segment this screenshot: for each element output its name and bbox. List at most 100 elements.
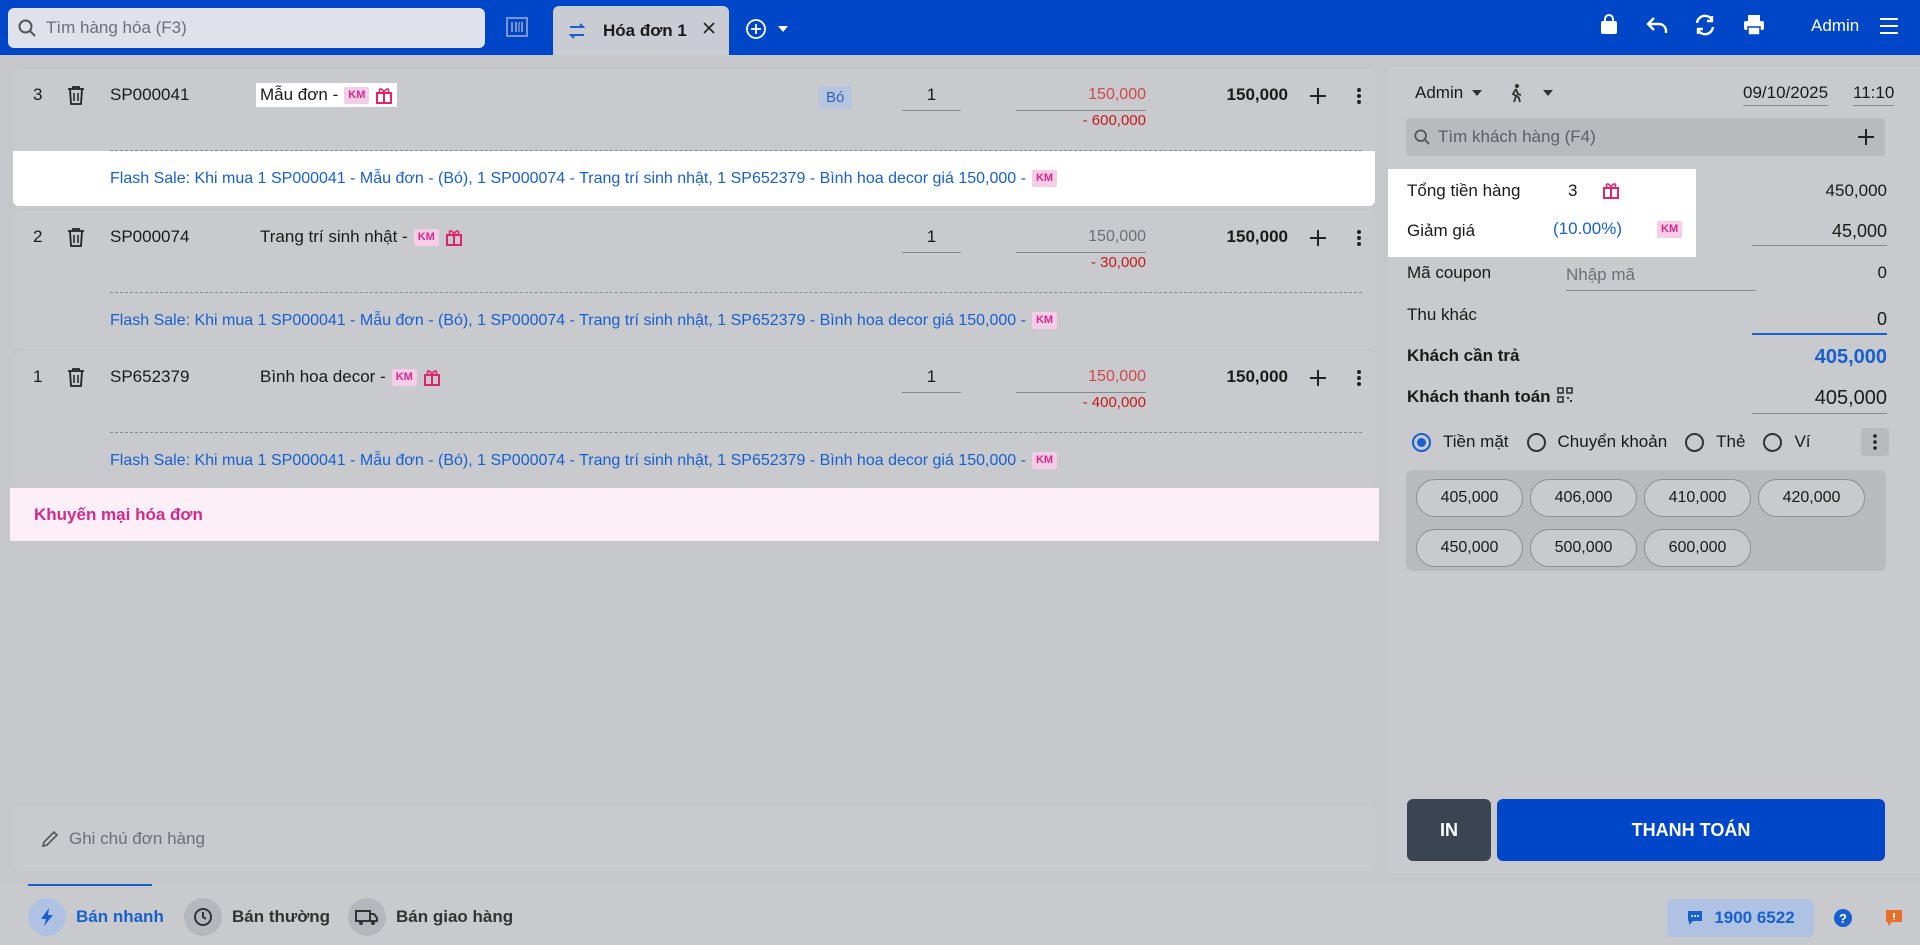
quick-amount-button[interactable]: 420,000 bbox=[1758, 479, 1865, 517]
flash-sale-text: Flash Sale: Khi mua 1 SP000041 - Mẫu đơn… bbox=[110, 311, 1026, 329]
item-name[interactable]: Mẫu đơn - KM bbox=[256, 83, 398, 107]
plus-icon[interactable] bbox=[1309, 87, 1327, 110]
payment-method-wallet[interactable]: Ví bbox=[1763, 432, 1811, 452]
km-badge: KM bbox=[413, 228, 439, 246]
quick-amounts: 405,000 406,000 410,000 420,000 450,000 … bbox=[1406, 470, 1886, 571]
plus-icon[interactable] bbox=[1309, 369, 1327, 392]
radio-icon bbox=[1526, 432, 1546, 452]
unit-badge[interactable]: Bó bbox=[818, 86, 853, 109]
radio-icon bbox=[1763, 432, 1783, 452]
qr-code-icon[interactable] bbox=[1557, 387, 1573, 408]
print-button[interactable]: IN bbox=[1407, 799, 1491, 861]
price-input[interactable]: 150,000 bbox=[1016, 225, 1146, 253]
plus-icon[interactable] bbox=[1309, 229, 1327, 252]
seller-select[interactable]: Admin bbox=[1415, 83, 1483, 103]
customer-paid-input[interactable]: 405,000 bbox=[1752, 387, 1887, 414]
item-discount: - 30,000 bbox=[1090, 254, 1146, 271]
item-total: 150,000 bbox=[1226, 85, 1288, 104]
coupon-input[interactable]: Nhập mã bbox=[1566, 265, 1756, 291]
km-badge: KM bbox=[344, 86, 370, 104]
discount-label: Giảm giá bbox=[1407, 221, 1476, 240]
item-discount: - 400,000 bbox=[1082, 394, 1146, 411]
more-vertical-icon[interactable] bbox=[1356, 369, 1362, 392]
close-icon[interactable] bbox=[701, 20, 717, 41]
mode-quick-sale[interactable]: Bán nhanh bbox=[28, 898, 164, 936]
invoice-time[interactable]: 11:10 bbox=[1853, 83, 1895, 106]
tab-invoice-1[interactable]: Hóa đơn 1 bbox=[553, 6, 729, 55]
printer-icon[interactable] bbox=[1742, 14, 1766, 36]
price-input[interactable]: 150,000 bbox=[1016, 365, 1146, 393]
item-name[interactable]: Trang trí sinh nhật - KM bbox=[256, 225, 467, 249]
product-search-input[interactable]: Tìm hàng hóa (F3) bbox=[8, 8, 485, 48]
invoice-date[interactable]: 09/10/2025 bbox=[1743, 83, 1829, 106]
payment-method-label: Tiền mặt bbox=[1443, 432, 1509, 451]
discount-percent[interactable]: (10.00%) bbox=[1553, 219, 1622, 239]
customer-search-input[interactable]: Tìm khách hàng (F4) bbox=[1406, 118, 1885, 156]
trash-icon[interactable] bbox=[67, 227, 85, 252]
quick-amount-button[interactable]: 410,000 bbox=[1644, 479, 1751, 517]
km-badge: KM bbox=[1031, 452, 1058, 469]
menu-icon[interactable] bbox=[1879, 17, 1899, 40]
barcode-icon[interactable] bbox=[505, 15, 529, 44]
search-icon bbox=[1414, 129, 1430, 145]
trash-icon[interactable] bbox=[67, 85, 85, 110]
mode-delivery-sale[interactable]: Bán giao hàng bbox=[348, 898, 513, 936]
divider bbox=[110, 432, 1362, 433]
quick-amount-button[interactable]: 450,000 bbox=[1416, 529, 1523, 567]
quick-amount-button[interactable]: 405,000 bbox=[1416, 479, 1523, 517]
item-index: 3 bbox=[33, 85, 43, 104]
discount-value-input[interactable]: 45,000 bbox=[1752, 221, 1887, 246]
more-vertical-icon[interactable] bbox=[1356, 229, 1362, 252]
add-tab-button[interactable] bbox=[745, 18, 789, 40]
quantity-input[interactable]: 1 bbox=[902, 83, 961, 111]
bottom-bar: Bán nhanh Bán thường Bán giao hàng 1900 … bbox=[0, 884, 1920, 945]
quick-amount-button[interactable]: 406,000 bbox=[1530, 479, 1637, 517]
gift-icon[interactable] bbox=[423, 368, 441, 386]
mode-label: Bán giao hàng bbox=[396, 907, 514, 926]
chevron-down-icon bbox=[1472, 90, 1483, 96]
add-customer-icon[interactable] bbox=[1857, 128, 1875, 151]
gift-icon[interactable] bbox=[375, 86, 393, 104]
discount-row: Giảm giá (10.00%) KM 45,000 bbox=[1407, 219, 1887, 251]
price-input[interactable]: 150,000 bbox=[1016, 83, 1146, 111]
pay-button[interactable]: THANH TOÁN bbox=[1497, 799, 1885, 861]
other-charges-input[interactable]: 0 bbox=[1752, 309, 1887, 335]
item-code: SP000074 bbox=[110, 227, 190, 246]
more-vertical-icon[interactable] bbox=[1861, 428, 1889, 456]
payment-method-card[interactable]: Thẻ bbox=[1685, 432, 1745, 452]
gift-icon[interactable] bbox=[1602, 181, 1620, 204]
payment-method-transfer[interactable]: Chuyển khoản bbox=[1526, 432, 1667, 452]
pencil-icon bbox=[41, 830, 59, 847]
gift-icon[interactable] bbox=[445, 228, 463, 246]
quantity-input[interactable]: 1 bbox=[902, 365, 961, 393]
mode-normal-sale[interactable]: Bán thường bbox=[184, 898, 330, 936]
hotline-button[interactable]: 1900 6522 bbox=[1667, 899, 1814, 937]
more-vertical-icon[interactable] bbox=[1356, 87, 1362, 110]
km-badge: KM bbox=[1031, 312, 1058, 329]
item-name-text: Trang trí sinh nhật - bbox=[260, 227, 408, 246]
quick-amount-button[interactable]: 600,000 bbox=[1644, 529, 1751, 567]
radio-icon bbox=[1412, 432, 1431, 452]
customer-search-placeholder: Tìm khách hàng (F4) bbox=[1438, 127, 1596, 146]
sales-channel-select[interactable] bbox=[1508, 83, 1554, 103]
invoice-promotion-button[interactable]: Khuyến mại hóa đơn bbox=[10, 488, 1379, 541]
bag-icon[interactable] bbox=[1598, 14, 1620, 36]
item-name[interactable]: Bình hoa decor - KM bbox=[256, 365, 445, 389]
divider bbox=[110, 292, 1362, 293]
trash-icon[interactable] bbox=[67, 367, 85, 392]
quick-amount-button[interactable]: 500,000 bbox=[1530, 529, 1637, 567]
order-note-input[interactable]: Ghi chú đơn hàng bbox=[13, 806, 1375, 871]
seller-name: Admin bbox=[1415, 83, 1464, 102]
quantity-input[interactable]: 1 bbox=[902, 225, 961, 253]
radio-icon bbox=[1685, 432, 1705, 452]
svg-text:?: ? bbox=[1839, 911, 1847, 926]
user-name[interactable]: Admin bbox=[1811, 16, 1859, 36]
lightning-icon bbox=[28, 898, 66, 936]
sync-icon[interactable] bbox=[1693, 14, 1717, 36]
feedback-icon[interactable] bbox=[1884, 908, 1904, 933]
payment-method-cash[interactable]: Tiền mặt bbox=[1412, 432, 1509, 452]
amount-due-value: 405,000 bbox=[1814, 346, 1887, 368]
help-icon[interactable]: ? bbox=[1833, 908, 1853, 933]
subtotal-value: 450,000 bbox=[1825, 181, 1887, 200]
undo-icon[interactable] bbox=[1645, 14, 1669, 36]
